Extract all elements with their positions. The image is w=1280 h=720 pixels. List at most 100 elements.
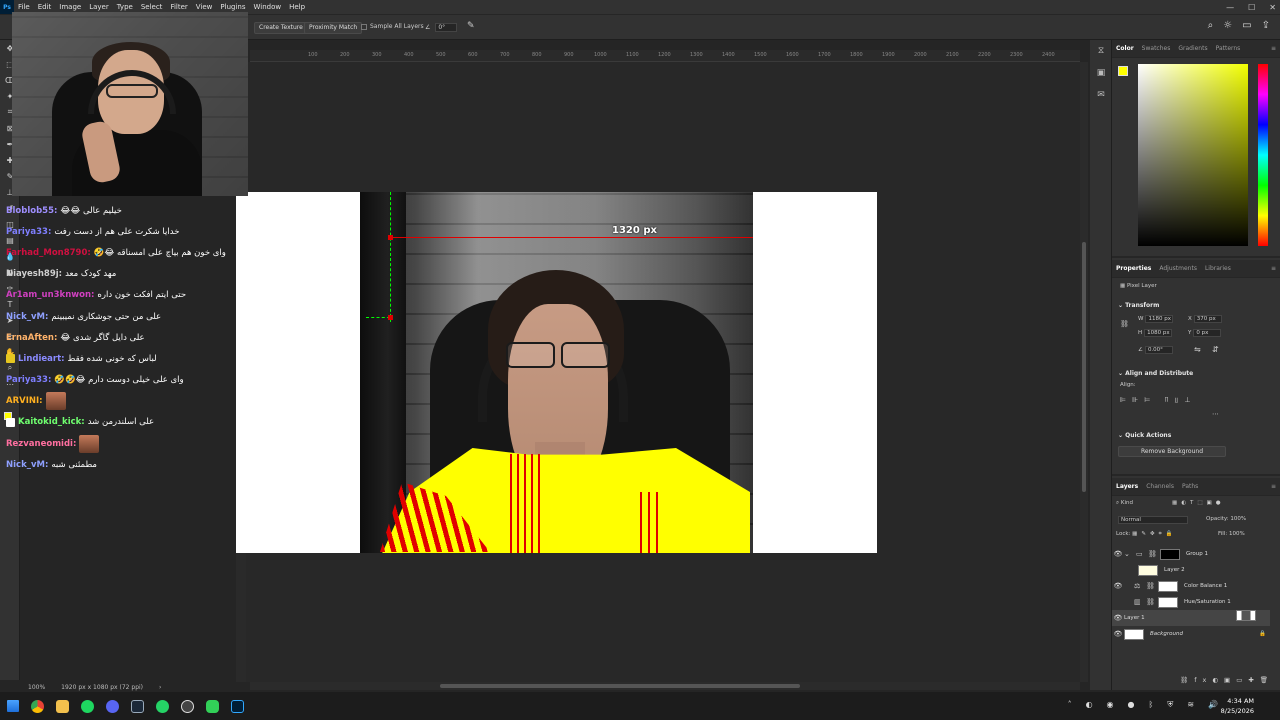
layer-name[interactable]: Layer 1 [1124, 615, 1145, 621]
tray-app-icon[interactable]: ◉ [1107, 700, 1114, 710]
opacity-field[interactable]: Opacity: 100% [1206, 516, 1246, 522]
layer-row[interactable]: 👁 Background 🔒 [1112, 626, 1270, 642]
share-icon[interactable]: ⇪ [1262, 20, 1270, 31]
tab-properties[interactable]: Properties [1116, 265, 1151, 272]
menu-file[interactable]: File [14, 3, 34, 11]
measurement-handle[interactable] [388, 315, 393, 320]
menu-layer[interactable]: Layer [85, 3, 113, 11]
menu-plugins[interactable]: Plugins [216, 3, 249, 11]
app-icon[interactable] [175, 692, 200, 720]
panel-menu-icon[interactable]: ≡ [1271, 45, 1276, 52]
tab-adjustments[interactable]: Adjustments [1159, 265, 1197, 272]
layer-row[interactable]: 👁 Layer 1 [1112, 610, 1270, 626]
scrollbar-thumb[interactable] [440, 684, 800, 688]
x-field[interactable]: X 370 px [1188, 315, 1222, 323]
lock-icons[interactable]: ▦✎✥⌗🔒 [1132, 531, 1176, 537]
remove-background-button[interactable]: Remove Background [1118, 446, 1226, 457]
minimize-icon[interactable]: — [1226, 3, 1234, 12]
scrollbar-thumb[interactable] [1082, 242, 1086, 492]
menu-view[interactable]: View [192, 3, 217, 11]
pressure-brush-icon[interactable]: ✎ [467, 21, 475, 31]
angle-input[interactable]: 0.00° [1144, 346, 1173, 354]
layer-filter-icons[interactable]: ▦◐T⬚▣● [1172, 500, 1225, 506]
layer-name[interactable]: Background [1150, 631, 1183, 637]
tab-color[interactable]: Color [1116, 45, 1134, 52]
layer-row[interactable]: ▥ ⛓ Hue/Saturation 1 [1112, 594, 1270, 610]
tray-app-icon[interactable]: ● [1128, 700, 1135, 710]
layer-name[interactable]: Hue/Saturation 1 [1184, 599, 1231, 605]
properties-panel-icon[interactable]: ▣ [1090, 62, 1112, 84]
close-icon[interactable]: ✕ [1269, 3, 1276, 12]
menu-help[interactable]: Help [285, 3, 309, 11]
tab-swatches[interactable]: Swatches [1142, 45, 1171, 52]
layer-row[interactable]: Layer 2 [1112, 562, 1270, 578]
align-buttons[interactable]: ⊫⊪⊨ ⫪⫫⊥ [1120, 396, 1197, 405]
menu-select[interactable]: Select [137, 3, 167, 11]
zoom-level[interactable]: 100% [28, 684, 45, 691]
whatsapp-icon[interactable] [150, 692, 175, 720]
tab-patterns[interactable]: Patterns [1216, 45, 1241, 52]
proximity-match-button[interactable]: Proximity Match [304, 22, 363, 34]
tab-libraries[interactable]: Libraries [1205, 265, 1231, 272]
height-input[interactable]: 1080 px [1144, 329, 1173, 337]
quick-actions-section-title[interactable]: ⌄ Quick Actions [1118, 432, 1171, 439]
x-input[interactable]: 370 px [1193, 315, 1222, 323]
align-section-title[interactable]: ⌄ Align and Distribute [1118, 370, 1193, 377]
chat-app-icon[interactable] [200, 692, 225, 720]
taskbar-clock[interactable]: 4:34 AM 8/25/2026 [1221, 696, 1254, 716]
width-input[interactable]: 1180 px [1145, 315, 1174, 323]
document-canvas[interactable]: 1320 px [236, 192, 877, 553]
sample-all-layers-checkbox[interactable]: Sample All Layers [361, 23, 424, 30]
tab-gradients[interactable]: Gradients [1178, 45, 1207, 52]
height-field[interactable]: H 1080 px [1138, 329, 1173, 337]
tab-channels[interactable]: Channels [1146, 483, 1174, 490]
flip-vertical-icon[interactable]: ⇵ [1212, 345, 1219, 354]
panel-menu-icon[interactable]: ≡ [1271, 483, 1276, 490]
more-options-icon[interactable]: ⋯ [1212, 410, 1219, 418]
start-icon[interactable] [0, 692, 25, 720]
menu-type[interactable]: Type [113, 3, 137, 11]
discover-icon[interactable]: ☼ [1223, 20, 1232, 31]
y-field[interactable]: Y0 px [1188, 329, 1222, 337]
angle-control[interactable]: ∠ 0° [425, 23, 458, 32]
chevron-up-icon[interactable]: ˄ [1068, 700, 1072, 710]
hue-slider[interactable] [1258, 64, 1268, 246]
visibility-eye-icon[interactable]: 👁 [1112, 630, 1124, 638]
tab-layers[interactable]: Layers [1116, 483, 1138, 490]
foreground-color-swatch[interactable] [1118, 66, 1128, 76]
layer-row[interactable]: 👁 ⚖ ⛓ Color Balance 1 [1112, 578, 1270, 594]
layers-footer-icons[interactable]: ⛓fx◐▣▭✚🗑 [1180, 676, 1274, 684]
bluetooth-icon[interactable]: ᛒ [1149, 700, 1154, 710]
status-arrow-icon[interactable]: › [159, 684, 161, 691]
layer-filter-kind[interactable]: ⌕ Kind [1116, 500, 1133, 507]
shield-icon[interactable]: ⛨ [1167, 700, 1173, 710]
angle-input[interactable]: 0° [435, 23, 458, 32]
opacity-value[interactable]: 100% [1230, 516, 1246, 522]
blend-mode-select[interactable]: Normal [1116, 516, 1188, 524]
measurement-handle[interactable] [388, 235, 393, 240]
layer-name[interactable]: Color Balance 1 [1184, 583, 1227, 589]
flip-horizontal-icon[interactable]: ⇋ [1194, 345, 1201, 354]
workspace-icon[interactable]: ▭ [1242, 20, 1251, 31]
vertical-scrollbar[interactable] [1080, 62, 1088, 682]
create-texture-button[interactable]: Create Texture [254, 22, 308, 34]
menu-edit[interactable]: Edit [34, 3, 56, 11]
width-field[interactable]: W 1180 px [1138, 315, 1174, 323]
layer-name[interactable]: Layer 2 [1164, 567, 1185, 573]
layer-row[interactable]: 👁 ⌄ ▭ ⛓ Group 1 [1112, 546, 1270, 562]
color-picker-field[interactable] [1138, 64, 1248, 246]
menu-window[interactable]: Window [249, 3, 285, 11]
discord-icon[interactable] [100, 692, 125, 720]
horizontal-scrollbar[interactable] [250, 682, 1080, 690]
angle-field[interactable]: ∠ 0.00° [1138, 346, 1173, 354]
photoshop-taskbar-icon[interactable] [225, 692, 250, 720]
spotify-icon[interactable] [75, 692, 100, 720]
volume-icon[interactable]: 🔊 [1208, 700, 1218, 710]
chrome-icon[interactable] [25, 692, 50, 720]
blend-mode-value[interactable]: Normal [1118, 516, 1188, 524]
transform-section-title[interactable]: ⌄ Transform [1118, 302, 1159, 309]
wifi-icon[interactable]: ≋ [1187, 700, 1194, 710]
panel-menu-icon[interactable]: ≡ [1271, 265, 1276, 272]
steam-icon[interactable] [125, 692, 150, 720]
comments-panel-icon[interactable]: ✉ [1090, 84, 1112, 106]
